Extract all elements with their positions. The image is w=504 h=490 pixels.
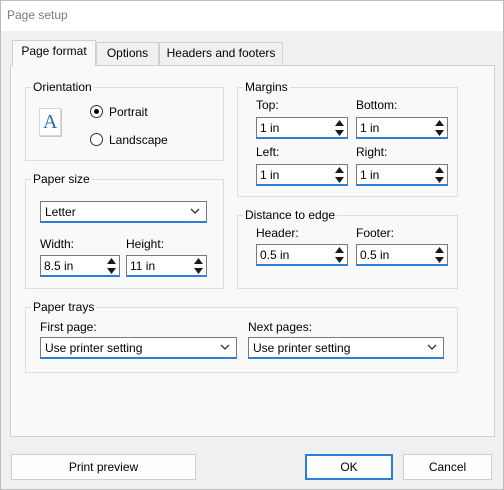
bottom-margin-value: 1 in [360,121,380,135]
first-page-tray-value: Use printer setting [45,341,143,355]
top-margin-value: 1 in [260,121,280,135]
spinner-arrows-icon[interactable] [334,120,345,136]
next-pages-tray-value: Use printer setting [253,341,351,355]
chevron-down-icon[interactable] [427,344,437,351]
bottom-margin-spinner[interactable]: 1 in [356,117,448,139]
header-distance-label: Header: [256,226,299,240]
title-bar: Page setup [1,1,503,31]
left-margin-spinner[interactable]: 1 in [256,164,348,186]
distance-to-edge-group: Distance to edge Header: 0.5 in Footer: … [237,208,458,289]
height-spinner[interactable]: 11 in [126,255,207,277]
distance-group-label: Distance to edge [243,208,338,222]
spinner-arrows-icon[interactable] [334,247,345,263]
page-setup-dialog: Page setup Page format Options Headers a… [0,0,504,490]
top-margin-spinner[interactable]: 1 in [256,117,348,139]
right-margin-label: Right: [356,145,388,159]
first-page-label: First page: [40,320,97,334]
orientation-group: Orientation A Portrait Landscape [25,80,224,161]
tab-headers-and-footers[interactable]: Headers and footers [159,42,283,65]
chevron-down-icon[interactable] [220,344,230,351]
width-label: Width: [40,237,75,251]
tab-page-format[interactable]: Page format [12,40,96,66]
spinner-arrows-icon[interactable] [434,120,445,136]
top-margin-label: Top: [256,98,279,112]
width-spinner[interactable]: 8.5 in [40,255,120,277]
footer-distance-label: Footer: [356,226,395,240]
width-value: 8.5 in [44,259,74,273]
chevron-down-icon[interactable] [190,208,200,215]
footer-distance-spinner[interactable]: 0.5 in [356,244,448,266]
page-orientation-icon: A [39,108,61,136]
print-preview-button[interactable]: Print preview [11,454,196,480]
landscape-label[interactable]: Landscape [109,133,168,147]
left-margin-label: Left: [256,145,280,159]
orientation-icon-glyph: A [43,111,58,133]
next-pages-tray-select[interactable]: Use printer setting [248,337,444,359]
ok-button[interactable]: OK [305,454,393,480]
cancel-button[interactable]: Cancel [403,454,492,480]
left-margin-value: 1 in [260,168,280,182]
header-distance-value: 0.5 in [260,248,290,262]
right-margin-spinner[interactable]: 1 in [356,164,448,186]
portrait-label[interactable]: Portrait [109,105,148,119]
tab-page-format-label: Page format [21,44,87,58]
paper-size-group: Paper size Letter Width: 8.5 in Height: … [25,172,224,289]
spinner-arrows-icon[interactable] [334,167,345,183]
spinner-arrows-icon[interactable] [193,258,204,274]
spinner-arrows-icon[interactable] [106,258,117,274]
paper-size-value: Letter [45,205,76,219]
orientation-group-label: Orientation [31,80,94,94]
footer-distance-value: 0.5 in [360,248,390,262]
tab-options[interactable]: Options [96,42,159,65]
header-distance-spinner[interactable]: 0.5 in [256,244,348,266]
tab-headers-footers-label: Headers and footers [166,46,276,60]
paper-size-select[interactable]: Letter [40,201,207,223]
paper-size-group-label: Paper size [31,172,92,186]
first-page-tray-select[interactable]: Use printer setting [40,337,237,359]
tab-options-label: Options [106,46,149,60]
right-margin-value: 1 in [360,168,380,182]
spinner-arrows-icon[interactable] [434,167,445,183]
height-label: Height: [126,237,165,251]
paper-trays-group: Paper trays First page: Use printer sett… [25,300,458,373]
next-pages-label: Next pages: [248,320,313,334]
window-title: Page setup [7,8,68,22]
bottom-margin-label: Bottom: [356,98,398,112]
landscape-radio[interactable] [90,133,103,146]
page-format-panel: Orientation A Portrait Landscape Margins… [10,65,495,437]
margins-group: Margins Top: 1 in Bottom: 1 in Left: 1 i… [237,80,458,197]
paper-trays-group-label: Paper trays [31,300,97,314]
spinner-arrows-icon[interactable] [434,247,445,263]
portrait-radio[interactable] [90,105,103,118]
margins-group-label: Margins [243,80,290,94]
height-value: 11 in [130,259,156,273]
